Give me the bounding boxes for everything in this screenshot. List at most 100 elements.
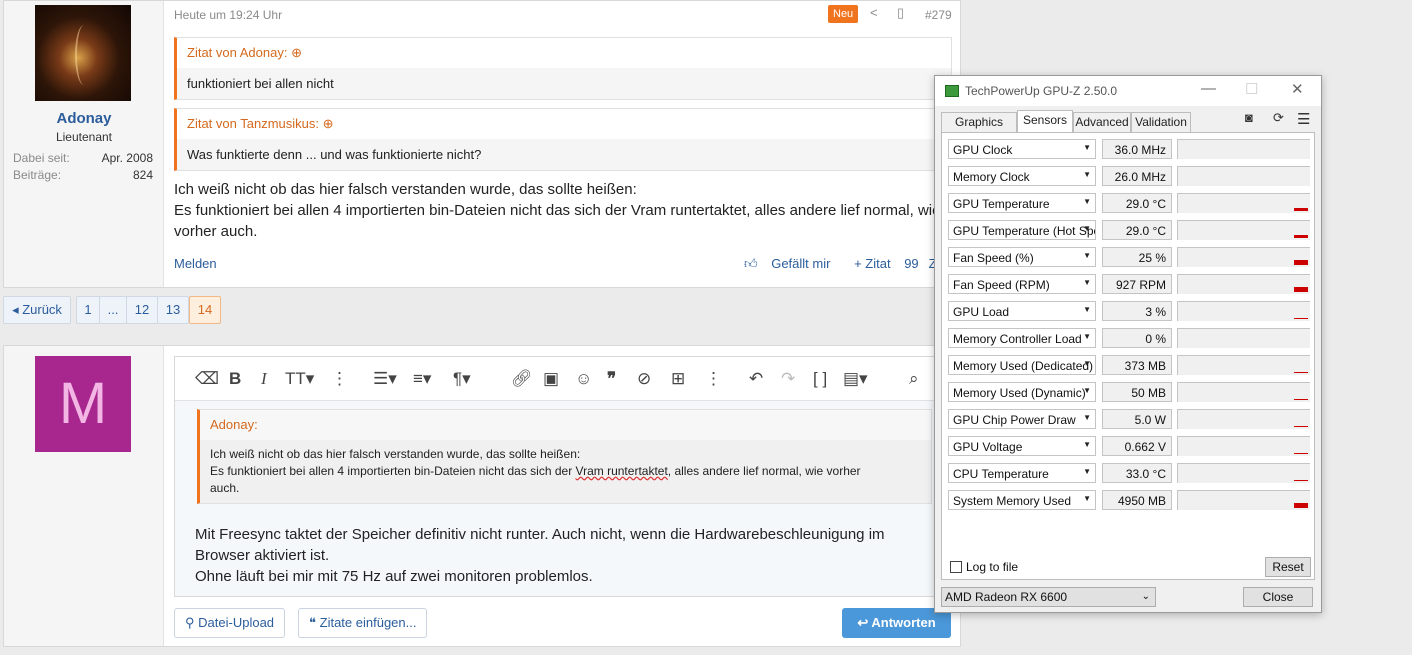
sensor-name-dropdown[interactable]: GPU Chip Power Draw ▼ [948, 409, 1096, 429]
sensor-graph-bar [1294, 503, 1308, 508]
thumbs-up-icon: 👍︎ [744, 256, 758, 271]
sensor-name-dropdown[interactable]: Memory Used (Dynamic) ▼ [948, 382, 1096, 402]
refresh-icon[interactable]: ⟳ [1273, 110, 1284, 126]
sensor-value: 5.0 W [1102, 409, 1172, 429]
spoiler-eye-off-icon[interactable]: ⊘ [637, 369, 651, 389]
close-icon[interactable]: ✕ [1291, 80, 1304, 98]
sensor-name-dropdown[interactable]: Memory Controller Load ▼ [948, 328, 1096, 348]
bold-icon[interactable]: B [229, 369, 241, 389]
list-icon[interactable]: ☰▾ [373, 369, 397, 389]
quote-text: Ich weiß nicht ob das hier falsch versta… [210, 447, 861, 495]
eraser-icon[interactable]: ⌫ [195, 369, 219, 389]
link-icon[interactable]: 🔗︎ [511, 369, 533, 389]
post-text: Ich weiß nicht ob das hier falsch versta… [174, 181, 941, 240]
multi-quote-button[interactable]: + Zitat [854, 256, 891, 271]
tab-advanced[interactable]: Advanced [1073, 112, 1131, 132]
pagination-skip[interactable]: ... [99, 296, 127, 324]
reply-user-cell: M [4, 346, 164, 646]
tab-validation[interactable]: Validation [1131, 112, 1191, 132]
italic-icon[interactable]: I [261, 369, 267, 389]
avatar[interactable]: M [35, 356, 131, 452]
rich-text-editor[interactable]: ⌫ B I TT▾ ⋮ ☰▾ ≡▾ ¶▾ 🔗︎ ▣ ☺ ❞ ⊘ ⊞ ⋮ ↶ ↷ … [174, 356, 964, 597]
like-button[interactable]: 👍︎ Gefällt mir [744, 256, 840, 271]
post-number[interactable]: #279 [925, 8, 952, 22]
post-timestamp[interactable]: Heute um 19:24 Uhr [174, 8, 282, 22]
sensor-row: GPU Load ▼ 3 % [948, 301, 1310, 323]
image-icon[interactable]: ▣ [543, 369, 559, 389]
forum-post: Adonay Lieutenant Dabei seit: Apr. 2008 … [3, 0, 961, 288]
toggle-bbcode-icon[interactable]: [ ] [813, 369, 827, 389]
redo-icon[interactable]: ↷ [781, 369, 795, 389]
pagination-current-page[interactable]: 14 [189, 296, 221, 324]
dropdown-arrow-icon: ▼ [1083, 224, 1091, 233]
tab-sensors[interactable]: Sensors [1017, 110, 1073, 132]
table-icon[interactable]: ⊞ [671, 369, 685, 389]
avatar[interactable] [35, 5, 131, 101]
sensor-name-dropdown[interactable]: Memory Used (Dedicated) ▼ [948, 355, 1096, 375]
dropdown-arrow-icon: ▼ [1083, 170, 1091, 179]
insert-quotes-button[interactable]: ❝ Zitate einfügen... [298, 608, 428, 638]
sensor-name-dropdown[interactable]: System Memory Used ▼ [948, 490, 1096, 510]
close-button[interactable]: Close [1243, 587, 1313, 607]
minimize-icon[interactable]: — [1201, 80, 1216, 97]
drafts-icon[interactable]: ▤▾ [843, 369, 868, 389]
pagination-page[interactable]: 13 [157, 296, 189, 324]
sensor-name-dropdown[interactable]: GPU Clock ▼ [948, 139, 1096, 159]
sensor-graph-bar [1294, 372, 1308, 373]
sensor-name-dropdown[interactable]: GPU Temperature (Hot Spot) ▼ [948, 220, 1096, 240]
quote-icon[interactable]: ❞ [607, 369, 616, 389]
sensor-row: Fan Speed (%) ▼ 25 % [948, 247, 1310, 269]
sensor-name-dropdown[interactable]: GPU Temperature ▼ [948, 193, 1096, 213]
sensor-name-dropdown[interactable]: Fan Speed (RPM) ▼ [948, 274, 1096, 294]
device-select[interactable]: AMD Radeon RX 6600 ⌄ [941, 587, 1156, 607]
camera-icon[interactable]: ◙ [1245, 110, 1253, 125]
more-vertical-icon[interactable]: ⋮ [705, 369, 722, 389]
pagination-prev[interactable]: ◂ Zurück [3, 296, 71, 324]
checkbox-box[interactable] [950, 561, 962, 573]
preview-icon[interactable]: ⌕ [909, 369, 919, 389]
sensor-row: CPU Temperature ▼ 33.0 °C [948, 463, 1310, 485]
maximize-icon[interactable]: ☐ [1245, 80, 1258, 98]
sensor-graph [1177, 328, 1310, 348]
sensor-row: System Memory Used ▼ 4950 MB [948, 490, 1310, 512]
arrow-up-circle-icon[interactable]: ⊕ [291, 45, 302, 60]
paragraph-icon[interactable]: ¶▾ [453, 369, 471, 389]
dropdown-arrow-icon: ▼ [1083, 305, 1091, 314]
bookmark-icon[interactable]: ▯ [897, 5, 904, 21]
dropdown-arrow-icon: ▼ [1083, 251, 1091, 260]
quote-block: Zitat von Tanzmusikus: ⊕ Was funktierte … [174, 108, 952, 171]
more-vertical-icon[interactable]: ⋮ [331, 369, 348, 389]
text-size-icon[interactable]: TT▾ [285, 369, 314, 389]
sensor-name-dropdown[interactable]: CPU Temperature ▼ [948, 463, 1096, 483]
quote-header[interactable]: Zitat von Adonay: ⊕ [177, 38, 951, 68]
quote-icon: 99 [904, 256, 919, 271]
pagination-page[interactable]: 1 [76, 296, 100, 324]
log-to-file-checkbox[interactable]: Log to file [950, 560, 1018, 574]
file-upload-button[interactable]: ⚲ Datei-Upload [174, 608, 286, 638]
share-icon[interactable]: < [870, 5, 878, 20]
sensor-name-dropdown[interactable]: Fan Speed (%) ▼ [948, 247, 1096, 267]
editor-text[interactable]: Mit Freesync taktet der Speicher definit… [195, 524, 935, 587]
sensor-row: GPU Temperature (Hot Spot) ▼ 29.0 °C [948, 220, 1310, 242]
pagination-page[interactable]: 12 [126, 296, 158, 324]
user-stat-joined: Dabei seit: Apr. 2008 [13, 151, 153, 165]
dropdown-arrow-icon: ▼ [1083, 440, 1091, 449]
spellcheck-word[interactable]: Vram runtertaktet [576, 464, 668, 478]
quote-header[interactable]: Zitat von Tanzmusikus: ⊕ [177, 109, 951, 139]
tab-graphics-card[interactable]: Graphics Card [941, 112, 1017, 148]
reply-form: M ⌫ B I TT▾ ⋮ ☰▾ ≡▾ ¶▾ 🔗︎ ▣ ☺ ❞ ⊘ ⊞ ⋮ ↶ … [3, 345, 964, 647]
sensor-graph [1177, 193, 1310, 213]
report-link[interactable]: Melden [174, 256, 217, 271]
sensor-name-dropdown[interactable]: GPU Load ▼ [948, 301, 1096, 321]
align-icon[interactable]: ≡▾ [413, 369, 431, 389]
sensor-name-dropdown[interactable]: GPU Voltage ▼ [948, 436, 1096, 456]
arrow-up-circle-icon[interactable]: ⊕ [323, 116, 334, 131]
menu-icon[interactable]: ☰ [1297, 110, 1310, 128]
smiley-icon[interactable]: ☺ [575, 369, 592, 389]
undo-icon[interactable]: ↶ [749, 369, 763, 389]
username-link[interactable]: Adonay [4, 110, 164, 127]
reset-button[interactable]: Reset [1265, 557, 1311, 577]
gpuz-titlebar[interactable]: TechPowerUp GPU-Z 2.50.0 — ☐ ✕ [935, 76, 1321, 106]
user-stat-posts: Beiträge: 824 [13, 168, 153, 182]
sensor-name-dropdown[interactable]: Memory Clock ▼ [948, 166, 1096, 186]
